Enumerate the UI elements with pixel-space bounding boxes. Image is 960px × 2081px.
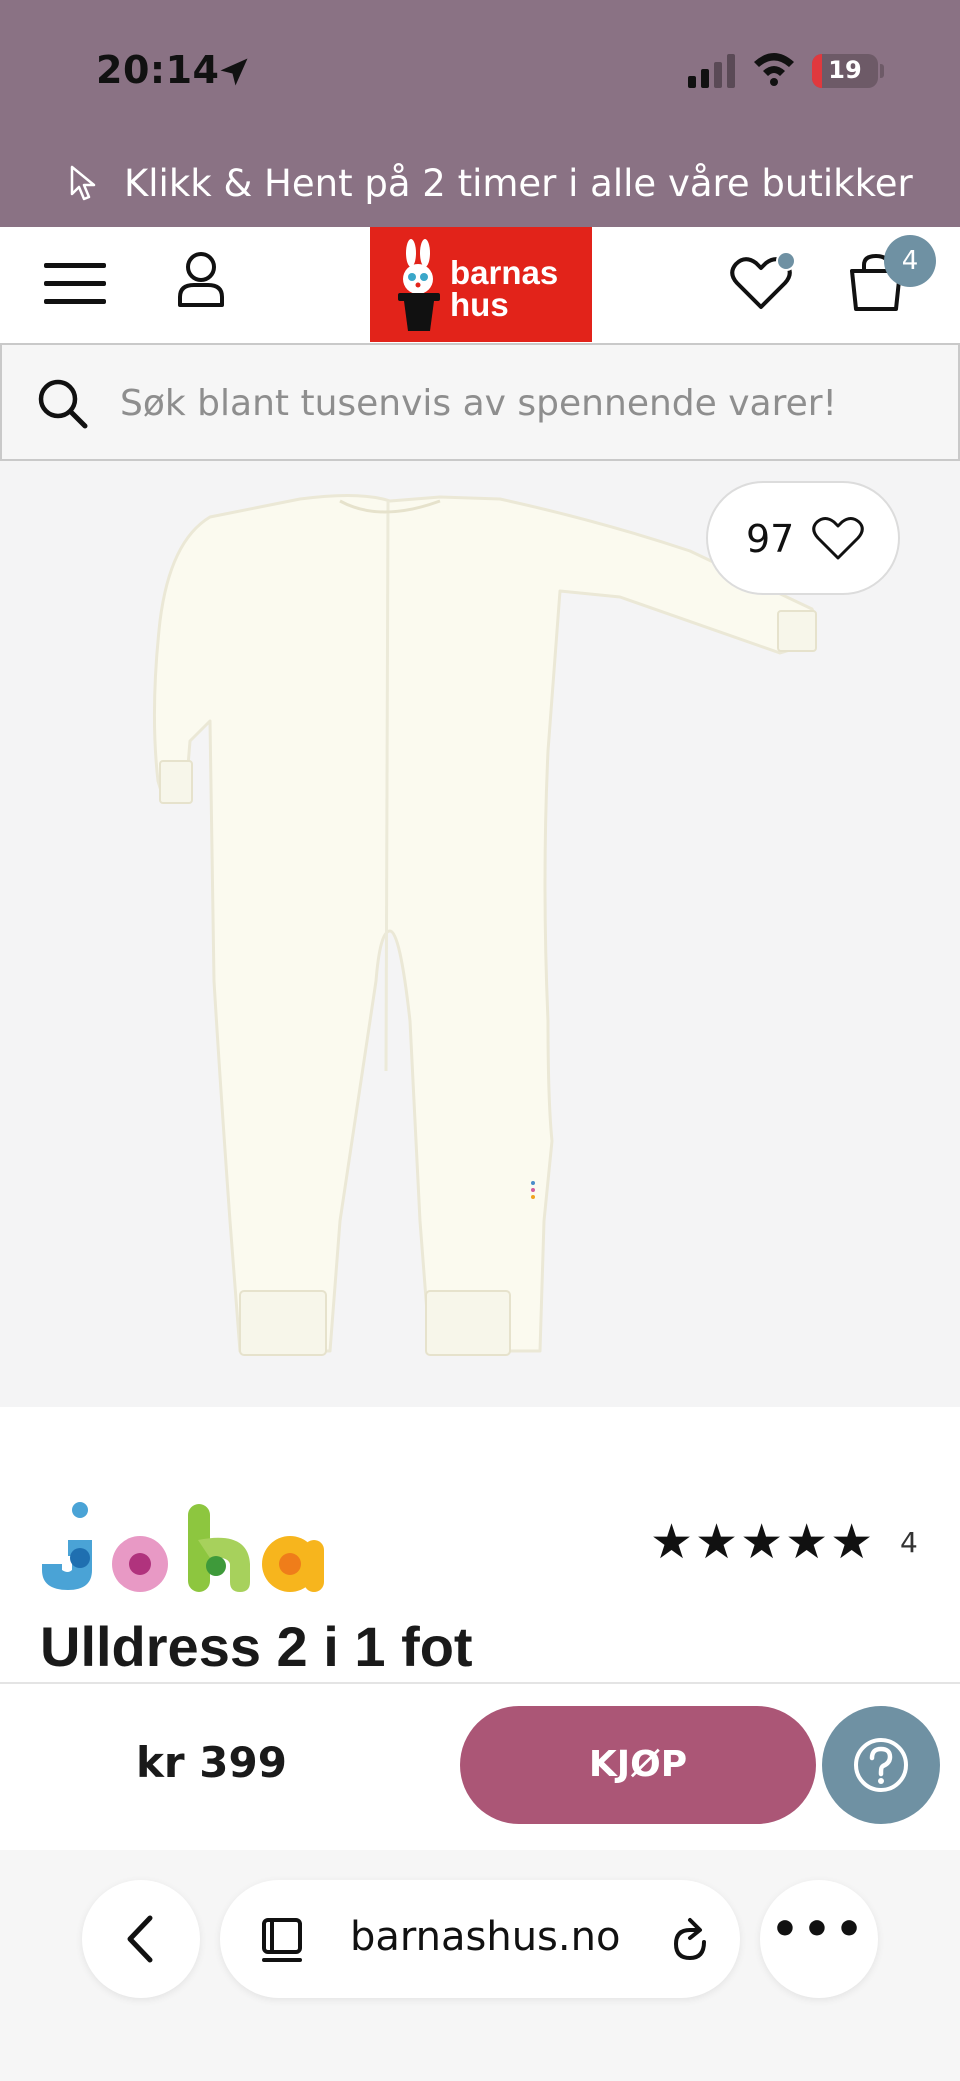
heart-icon <box>812 517 864 560</box>
reload-icon[interactable] <box>668 1916 712 1962</box>
cart-count-badge[interactable]: 4 <box>884 235 936 287</box>
wishlist-indicator-dot <box>776 251 796 271</box>
ellipsis-icon: ••• <box>770 1904 868 1955</box>
browser-back-button[interactable] <box>82 1880 200 1998</box>
product-price: kr 399 <box>136 1738 287 1787</box>
url-text[interactable]: barnashus.no <box>350 1914 620 1960</box>
chevron-left-icon <box>127 1915 153 1963</box>
search-input[interactable] <box>120 375 920 431</box>
logo-text: barnas hus <box>450 254 559 323</box>
rating-stars[interactable]: ★★★★★ <box>650 1514 875 1570</box>
cursor-icon <box>70 165 96 201</box>
browser-toolbar: barnashus.no ••• <box>0 1850 960 2081</box>
wifi-icon <box>754 53 794 86</box>
tab-overview-icon <box>262 1918 302 1962</box>
review-count[interactable]: 4 <box>900 1526 918 1559</box>
product-image-area[interactable]: 97 <box>0 461 960 1407</box>
question-icon <box>854 1738 908 1792</box>
search-icon <box>38 379 88 429</box>
barnashus-logo[interactable]: barnas hus <box>370 227 592 342</box>
menu-icon[interactable] <box>44 259 106 307</box>
favorites-count: 97 <box>746 517 795 561</box>
more-options-button[interactable]: ••• <box>760 1880 878 1998</box>
divider <box>0 1682 960 1684</box>
site-header: barnas hus 4 <box>0 227 960 342</box>
user-icon[interactable] <box>176 251 226 307</box>
product-image-wool-suit <box>152 493 817 1356</box>
promo-text[interactable]: Klikk & Hent på 2 timer i alle våre buti… <box>124 162 913 205</box>
status-time: 20:14 <box>96 48 220 92</box>
battery-indicator: 19 <box>812 54 878 88</box>
page: 20:14 19 Klikk & Hent på 2 timer i alle … <box>0 0 960 2081</box>
address-bar[interactable]: barnashus.no <box>220 1880 740 1998</box>
location-arrow-icon <box>220 58 248 86</box>
search-bar[interactable] <box>0 343 960 461</box>
product-title: Ulldress 2 i 1 fot <box>40 1615 473 1678</box>
buy-button[interactable]: KJØP <box>460 1706 816 1824</box>
battery-nub <box>880 64 884 78</box>
help-button[interactable] <box>822 1706 940 1824</box>
signal-icon <box>688 54 735 88</box>
top-banner: 20:14 19 Klikk & Hent på 2 timer i alle … <box>0 0 960 227</box>
bunny-hat-icon <box>398 239 440 331</box>
favorite-pill-button[interactable]: 97 <box>706 481 900 595</box>
joha-brand-logo[interactable]: joha <box>38 1500 324 1596</box>
